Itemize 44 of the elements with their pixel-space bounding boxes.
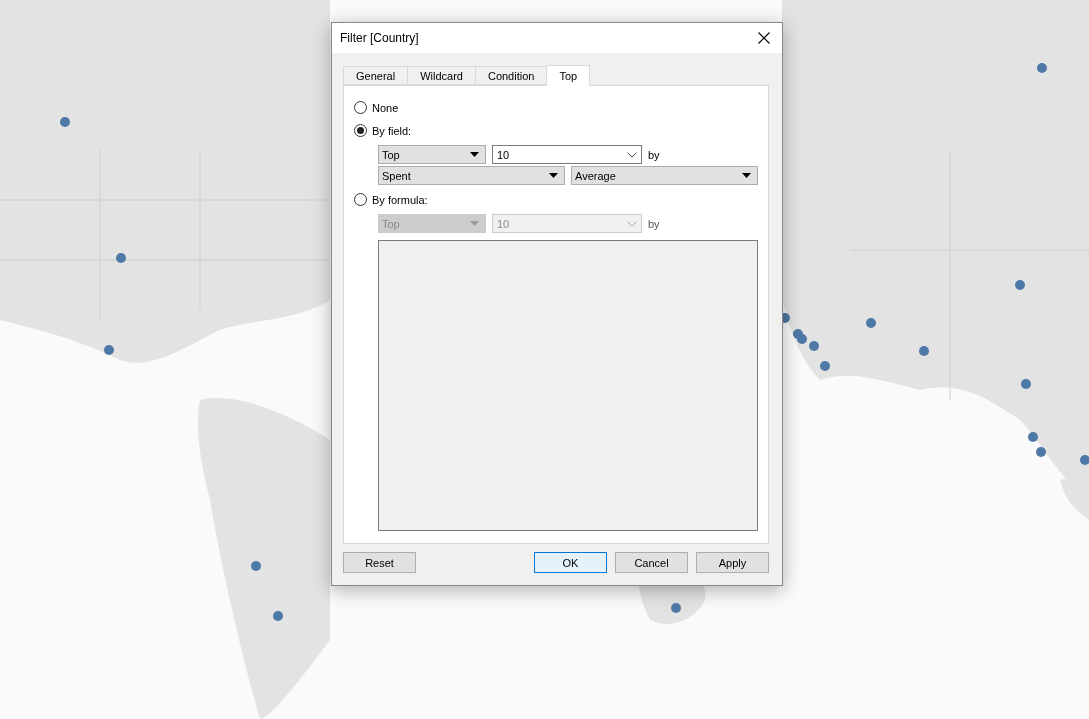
tab[interactable]: General — [343, 66, 409, 85]
by-label: by — [648, 217, 660, 230]
radio-label: By formula: — [372, 193, 428, 206]
tab[interactable]: Wildcard — [407, 66, 476, 85]
tab[interactable]: Top — [546, 65, 591, 86]
map-marker — [1021, 379, 1031, 389]
map-marker — [1015, 280, 1025, 290]
map-marker — [116, 253, 126, 263]
chevron-icon — [627, 151, 637, 158]
map-marker — [251, 561, 261, 571]
map-marker — [1036, 447, 1046, 457]
dialog-button[interactable]: OK — [534, 552, 607, 573]
by-label: by — [648, 148, 660, 161]
caret-icon — [470, 221, 479, 226]
map-marker — [820, 361, 830, 371]
map-marker — [1080, 455, 1089, 465]
dialog-button[interactable]: Apply — [696, 552, 769, 573]
radio-label: None — [372, 101, 399, 114]
dialog-title: Filter [Country] — [340, 31, 419, 45]
map-marker — [866, 318, 876, 328]
map-marker — [1037, 63, 1047, 73]
aggregation-dropdown[interactable]: Average — [571, 166, 758, 185]
map-marker — [809, 341, 819, 351]
mode-dropdown[interactable]: Top — [378, 145, 486, 164]
caret-icon — [549, 173, 558, 178]
caret-icon — [742, 173, 751, 178]
map-marker — [104, 345, 114, 355]
count-combo-box[interactable]: 10 — [492, 145, 642, 164]
map-marker — [1028, 432, 1038, 442]
chevron-icon — [627, 220, 637, 227]
map-marker — [273, 611, 283, 621]
map-marker — [919, 346, 929, 356]
radio-button[interactable] — [354, 101, 367, 114]
radio-label: By field: — [372, 124, 412, 137]
dialog-button[interactable]: Reset — [343, 552, 416, 573]
map-marker — [671, 603, 681, 613]
caret-icon — [470, 152, 479, 157]
radio-button[interactable] — [354, 124, 367, 137]
field-dropdown[interactable]: Spent — [378, 166, 565, 185]
map-marker — [60, 117, 70, 127]
tab[interactable]: Condition — [474, 66, 548, 85]
dialog-button[interactable]: Cancel — [615, 552, 688, 573]
map-marker — [797, 334, 807, 344]
close-icon — [758, 32, 770, 44]
